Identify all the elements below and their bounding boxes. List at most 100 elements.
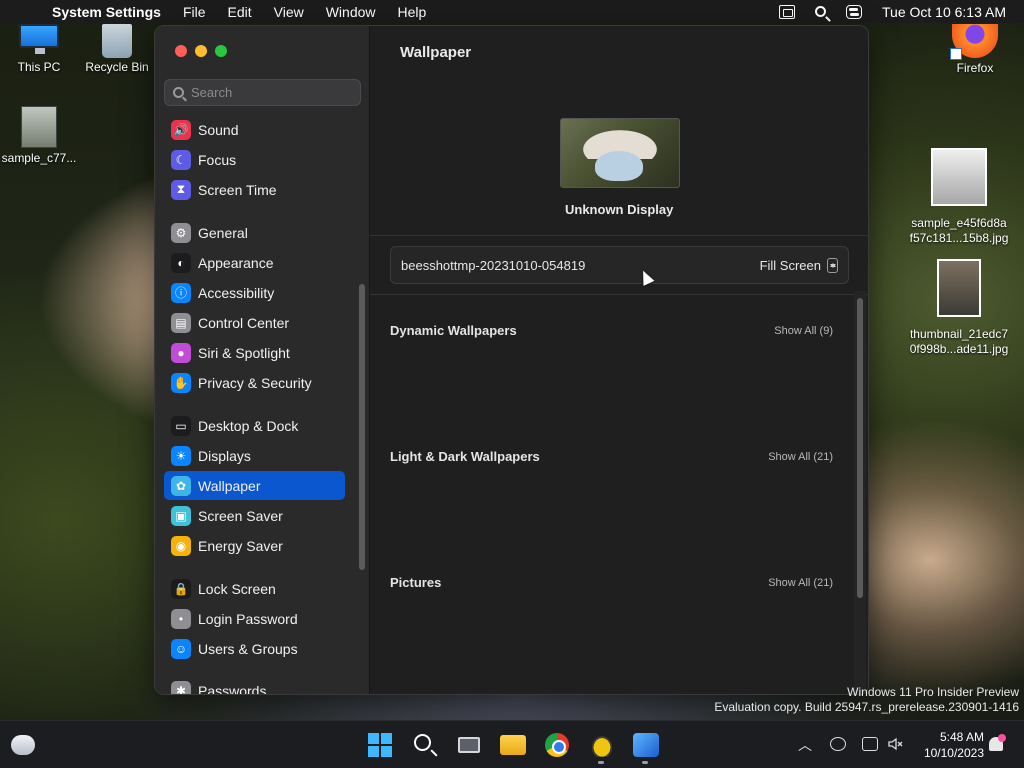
display-preview[interactable] [560,118,680,188]
taskbar-search-icon[interactable] [414,734,431,751]
sidebar-item-desktop-dock[interactable]: ▭ Desktop & Dock [164,411,345,440]
sidebar-item-label: Privacy & Security [198,374,312,391]
show-all-dynamic-button[interactable]: Show All (9) [774,325,833,337]
watermark-line-1: Windows 11 Pro Insider Preview [847,685,1019,699]
image-thumbnail-icon [937,259,981,317]
lock-icon: 🔒 [171,578,191,599]
window-menu[interactable]: Window [326,4,376,20]
key-icon: • [171,608,191,629]
show-all-light-dark-button[interactable]: Show All (21) [768,451,833,463]
sidebar-item-label: Login Password [198,610,298,627]
desktop-icon-label: sample_c77... [1,151,77,165]
desktop-icon-label: Firefox [956,61,994,75]
sidebar-item-screen-time[interactable]: ⧗ Screen Time [164,175,345,204]
app-menu[interactable]: System Settings [52,4,161,20]
sidebar-item-label: Desktop & Dock [198,417,299,434]
sidebar-item-energy-saver[interactable]: ◉ Energy Saver [164,531,345,560]
spotlight-search-icon[interactable] [815,6,826,17]
file-menu[interactable]: File [183,4,206,20]
weather-widget-icon[interactable] [11,735,35,755]
menu-extras: Tue Oct 10 6:13 AM [779,4,1024,20]
system-settings-window: 🔊 Sound ☾ Focus ⧗ Screen Time ⚙ General ◐ Appeara… [154,25,869,695]
file-explorer-icon[interactable] [500,735,526,755]
sidebar-item-label: Sound [198,121,239,138]
wallpaper-file-name: beesshottmp-20231010-054819 [401,257,586,273]
close-window-button[interactable] [175,45,187,57]
notification-bell-icon[interactable] [989,734,1006,751]
sidebar-item-appearance[interactable]: ◐ Appearance [164,248,345,277]
wallpaper-pane: Wallpaper Unknown Display beesshottmp-20… [370,26,868,694]
taskbar-clock[interactable]: 5:48 AM 10/10/2023 [918,729,984,761]
search-input[interactable] [191,85,351,100]
view-menu[interactable]: View [274,4,304,20]
desktop-icon-thumbnail-right[interactable]: thumbnail_21edc7 0f998b...ade11.jpg [898,259,1020,357]
desktop-icon-label: thumbnail_21edc7 0f998b...ade11.jpg [909,327,1009,356]
minimize-window-button[interactable] [195,45,207,57]
running-indicator [642,761,648,764]
desktop-icon-sample-right[interactable]: sample_e45f6d8a f57c181...15b8.jpg [898,148,1020,246]
current-wallpaper-row: beesshottmp-20231010-054819 Fill Screen [390,246,849,284]
remote-desktop-app-icon[interactable] [633,733,659,757]
show-hidden-icons-chevron-icon[interactable]: ︿ [798,721,812,768]
help-menu[interactable]: Help [398,4,427,20]
onedrive-icon[interactable] [830,737,846,751]
sidebar-item-accessibility[interactable]: ⓘ Accessibility [164,278,345,307]
sidebar-item-control-center[interactable]: ▤ Control Center [164,308,345,337]
firefox-icon [950,24,998,60]
image-thumbnail-icon [21,106,57,148]
sidebar-item-label: Energy Saver [198,537,283,554]
windows-logo-tile [381,733,392,744]
window-controls [175,45,227,57]
sidebar-item-users-groups[interactable]: ☺ Users & Groups [164,634,345,663]
sidebar-item-focus[interactable]: ☾ Focus [164,145,345,174]
chrome-icon[interactable] [545,733,569,757]
sidebar-item-login-password[interactable]: • Login Password [164,604,345,633]
desktop-icon-firefox[interactable]: Firefox [944,24,1006,76]
main-scrollbar[interactable] [857,298,863,598]
screensaver-icon: ▣ [171,505,191,526]
start-button[interactable] [368,733,394,757]
sidebar-item-siri-spotlight[interactable]: ● Siri & Spotlight [164,338,345,367]
sidebar-item-sound[interactable]: 🔊 Sound [164,115,345,144]
sidebar-scrollbar[interactable] [359,284,365,570]
volume-muted-icon[interactable] [888,737,904,751]
recycle-bin-icon [102,24,132,58]
sidebar-item-label: Displays [198,447,251,464]
screen-mirroring-icon[interactable] [779,4,795,19]
network-icon[interactable] [862,737,878,751]
sidebar-item-privacy-security[interactable]: ✋ Privacy & Security [164,368,345,397]
zoom-window-button[interactable] [215,45,227,57]
beesshot-app-icon[interactable] [589,733,615,757]
fill-mode-select[interactable]: Fill Screen [760,257,838,273]
show-all-pictures-button[interactable]: Show All (21) [768,577,833,589]
desktop-icon-label: sample_e45f6d8a f57c181...15b8.jpg [909,216,1009,245]
sidebar-item-label: Accessibility [198,284,275,301]
edit-menu[interactable]: Edit [228,4,252,20]
sidebar-item-label: Screen Time [198,181,277,198]
users-icon: ☺ [171,638,191,659]
desktop-icon-this-pc[interactable]: This PC [10,24,68,75]
menubar-clock[interactable]: Tue Oct 10 6:13 AM [882,4,1006,20]
page-title: Wallpaper [400,44,472,61]
appearance-icon: ◐ [171,252,191,273]
running-indicator [598,761,604,764]
sidebar-item-lock-screen[interactable]: 🔒 Lock Screen [164,574,345,603]
sidebar-item-label: General [198,224,248,241]
task-view-icon[interactable] [458,737,480,753]
sidebar-item-displays[interactable]: ☀ Displays [164,441,345,470]
sidebar-item-wallpaper[interactable]: ✿ Wallpaper [164,471,345,500]
desktop-icon-recycle-bin[interactable]: Recycle Bin [84,24,150,75]
search-field[interactable] [164,79,361,106]
clock-date: 10/10/2023 [923,746,984,760]
sidebar-item-screen-saver[interactable]: ▣ Screen Saver [164,501,345,530]
desktop-icon-label: This PC [17,60,61,74]
sidebar-list: 🔊 Sound ☾ Focus ⧗ Screen Time ⚙ General ◐ Appeara… [155,115,370,695]
sidebar-item-label: Passwords [198,682,267,695]
moon-icon: ☾ [171,149,191,170]
desktop-icon-sample-left[interactable]: sample_c77... [2,106,76,166]
sidebar-item-general[interactable]: ⚙ General [164,218,345,247]
sidebar-item-passwords[interactable]: ✱ Passwords [164,676,345,695]
sidebar-item-label: Lock Screen [198,580,276,597]
control-center-icon[interactable] [846,4,862,19]
sun-icon: ☀ [171,445,191,466]
